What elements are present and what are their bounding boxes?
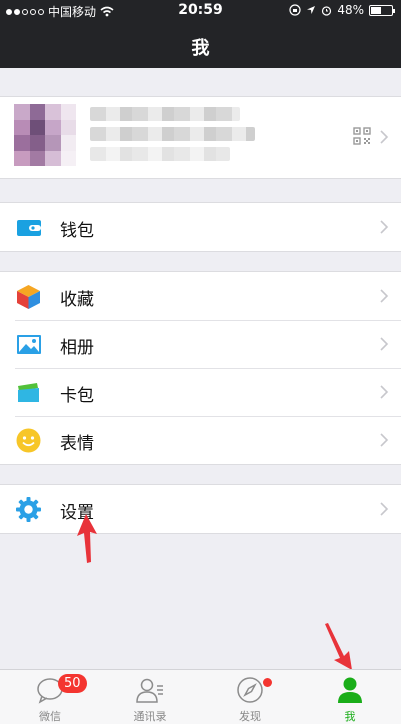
- gear-icon: [16, 497, 41, 522]
- contacts-icon: [136, 678, 163, 703]
- album-picture-icon: [17, 335, 41, 354]
- wallet-icon: [17, 220, 41, 236]
- avatar[interactable]: [14, 104, 76, 166]
- page-title: 我: [191, 38, 210, 59]
- compass-icon: [237, 677, 263, 703]
- rotation-lock-icon: [289, 4, 301, 16]
- location-icon: [307, 6, 316, 14]
- menu-label-album: 相册: [60, 338, 94, 358]
- card-pack-icon: [18, 383, 39, 402]
- tab-bar: 50 微信 通讯录 发现 我: [0, 669, 401, 724]
- status-bar: 中国移动 20:59 48%: [0, 0, 401, 22]
- tab-label-contacts: 通讯录: [133, 710, 167, 723]
- alarm-icon: [322, 5, 332, 16]
- menu-item-cards[interactable]: 卡包: [0, 368, 401, 416]
- chevron-right-icon: [380, 289, 389, 303]
- tab-me[interactable]: 我: [300, 670, 400, 724]
- chevron-right-icon: [380, 130, 389, 144]
- settings-group: 设置: [0, 484, 401, 534]
- tab-discover[interactable]: 发现: [200, 670, 300, 724]
- menu-item-album[interactable]: 相册: [0, 320, 401, 368]
- qr-code-icon[interactable]: [353, 127, 371, 145]
- battery-fill: [371, 6, 381, 14]
- profile-extra-blurred: [90, 147, 230, 161]
- chevron-right-icon: [380, 433, 389, 447]
- chevron-right-icon: [380, 220, 389, 234]
- tab-label-me: 我: [344, 710, 356, 723]
- menu-item-favorites[interactable]: 收藏: [0, 272, 401, 320]
- person-icon: [338, 677, 362, 703]
- battery-percent: 48%: [337, 3, 364, 17]
- status-right: 48%: [289, 3, 395, 17]
- tab-label-discover: 发现: [239, 710, 261, 723]
- top-bar: 中国移动 20:59 48% 我: [0, 0, 401, 68]
- tab-contacts[interactable]: 通讯录: [100, 670, 200, 724]
- battery-icon: [369, 4, 395, 16]
- profile-name-blurred: [90, 107, 240, 121]
- profile-card[interactable]: [0, 96, 401, 179]
- profile-id-blurred: [90, 127, 255, 141]
- menu-label-cards: 卡包: [60, 386, 94, 406]
- content-group: 收藏 相册 卡包 表情: [0, 271, 401, 465]
- menu-label-stickers: 表情: [60, 434, 94, 454]
- tab-chats[interactable]: 50 微信: [0, 670, 100, 724]
- menu-item-wallet[interactable]: 钱包: [0, 203, 401, 251]
- wallet-group: 钱包: [0, 202, 401, 252]
- unread-badge: 50: [58, 674, 87, 693]
- chevron-right-icon: [380, 337, 389, 351]
- smiley-face-icon: [16, 428, 41, 453]
- chevron-right-icon: [380, 502, 389, 516]
- menu-label-favorites: 收藏: [60, 290, 94, 310]
- menu-label-wallet: 钱包: [60, 221, 94, 241]
- menu-item-stickers[interactable]: 表情: [0, 416, 401, 464]
- new-dot-indicator: [263, 678, 272, 687]
- annotation-arrow-settings: [77, 514, 97, 563]
- menu-item-settings[interactable]: 设置: [0, 485, 401, 533]
- tab-label-chats: 微信: [39, 710, 61, 723]
- chevron-right-icon: [380, 385, 389, 399]
- cube-favorites-icon: [17, 285, 40, 309]
- annotation-arrow-me-tab: [325, 623, 352, 670]
